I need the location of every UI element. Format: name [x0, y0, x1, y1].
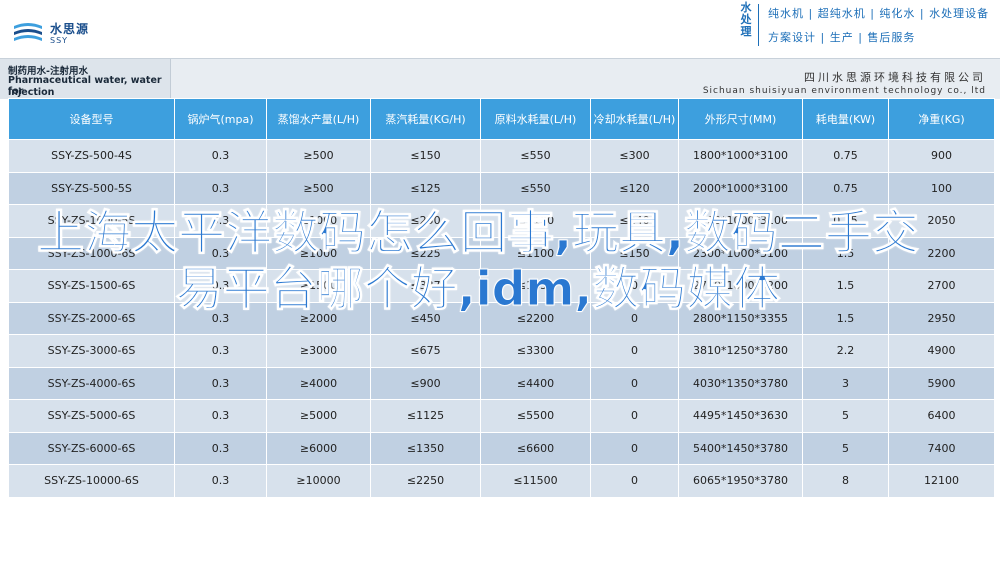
page-header: 水思源 SSY 水处理 纯水机 | 超纯水机 | 纯化水 | 水处理设备 方案设…	[0, 0, 1000, 58]
cell-dimensions: 1800*1000*3100	[678, 139, 803, 173]
cell-distilled-output: ≥4000	[266, 366, 371, 400]
cell-model: SSY-ZS-10000-6S	[8, 464, 175, 498]
table-row: SSY-ZS-3000-6S 0.3 ≥3000 ≤675 ≤3300 0 3810*125…	[8, 334, 995, 368]
cell-power: 3	[802, 366, 889, 400]
cell-boiler-pressure: 0.3	[174, 431, 267, 465]
cell-dimensions: 6065*1950*3780	[678, 464, 803, 498]
cell-steam-consumption: ≤1350	[370, 431, 481, 465]
cell-distilled-output: ≥500	[266, 171, 371, 205]
product-title-block: 制药用水-注射用水 Pharmaceutical water, water fo…	[0, 59, 171, 99]
company-name-cn: 四川水思源环境科技有限公司	[804, 71, 986, 84]
cell-power: 8	[802, 464, 889, 498]
cell-boiler-pressure: 0.3	[174, 139, 267, 173]
cell-net-weight: 4900	[888, 334, 995, 368]
cell-net-weight: 5900	[888, 366, 995, 400]
table-body: SSY-ZS-500-4S 0.3 ≥500 ≤150 ≤550 ≤300 1800*100…	[8, 139, 995, 498]
cell-net-weight: 900	[888, 139, 995, 173]
col-header-feed-water: 原料水耗量(L/H)	[480, 98, 591, 140]
col-header-boiler-pressure: 锅炉气(mpa)	[174, 98, 267, 140]
cell-cooling-water: 0	[590, 334, 679, 368]
cell-power: 0.75	[802, 171, 889, 205]
company-name-en: Sichuan shuisiyuan environment technolog…	[702, 86, 986, 96]
cell-boiler-pressure: 0.3	[174, 464, 267, 498]
cell-feed-water: ≤550	[480, 171, 591, 205]
table-row: SSY-ZS-10000-6S 0.3 ≥10000 ≤2250 ≤11500 0 6065…	[8, 464, 995, 498]
cell-distilled-output: ≥6000	[266, 431, 371, 465]
cell-boiler-pressure: 0.3	[174, 171, 267, 205]
cell-steam-consumption: ≤2250	[370, 464, 481, 498]
cell-cooling-water: 0	[590, 399, 679, 433]
cell-net-weight: 100	[888, 171, 995, 205]
overlay-title: 上海太平洋数码怎么回事,玩具,数码二手交易平台哪个好,idm,数码媒体	[37, 206, 920, 318]
cell-steam-consumption: ≤150	[370, 139, 481, 173]
cell-cooling-water: 0	[590, 366, 679, 400]
slogan-products: 纯水机 | 超纯水机 | 纯化水 | 水处理设备	[768, 7, 990, 20]
cell-feed-water: ≤11500	[480, 464, 591, 498]
table-row: SSY-ZS-5000-6S 0.3 ≥5000 ≤1125 ≤5500 0 4495*14…	[8, 399, 995, 433]
cell-model: SSY-ZS-4000-6S	[8, 366, 175, 400]
cell-power: 2.2	[802, 334, 889, 368]
cell-dimensions: 3810*1250*3780	[678, 334, 803, 368]
logo-english-name: SSY	[50, 36, 69, 45]
cell-boiler-pressure: 0.3	[174, 366, 267, 400]
cell-distilled-output: ≥5000	[266, 399, 371, 433]
col-header-steam-consumption: 蒸汽耗量(KG/H)	[370, 98, 481, 140]
spec-title-bar: 制药用水-注射用水 Pharmaceutical water, water fo…	[0, 58, 1000, 99]
table-row: SSY-ZS-500-4S 0.3 ≥500 ≤150 ≤550 ≤300 1800*100…	[8, 139, 995, 173]
table-row: SSY-ZS-6000-6S 0.3 ≥6000 ≤1350 ≤6600 0 5400*14…	[8, 431, 995, 465]
cell-power: 0.75	[802, 139, 889, 173]
cell-net-weight: 7400	[888, 431, 995, 465]
cell-boiler-pressure: 0.3	[174, 334, 267, 368]
cell-model: SSY-ZS-500-5S	[8, 171, 175, 205]
cell-distilled-output: ≥3000	[266, 334, 371, 368]
cell-boiler-pressure: 0.3	[174, 399, 267, 433]
brand-divider	[758, 4, 759, 46]
cell-power: 5	[802, 431, 889, 465]
cell-model: SSY-ZS-5000-6S	[8, 399, 175, 433]
cell-power: 5	[802, 399, 889, 433]
cell-steam-consumption: ≤1125	[370, 399, 481, 433]
product-title-en-2: injection	[8, 87, 55, 98]
col-header-distilled-output: 蒸馏水产量(L/H)	[266, 98, 371, 140]
cell-feed-water: ≤3300	[480, 334, 591, 368]
brand-vertical-label: 水处理	[740, 1, 752, 38]
cell-cooling-water: ≤300	[590, 139, 679, 173]
cell-distilled-output: ≥10000	[266, 464, 371, 498]
table-row: SSY-ZS-500-5S 0.3 ≥500 ≤125 ≤550 ≤120 2000*100…	[8, 171, 995, 205]
slogan-services: 方案设计 | 生产 | 售后服务	[768, 31, 916, 44]
brand-logo: 水思源 SSY	[12, 16, 102, 50]
cell-model: SSY-ZS-3000-6S	[8, 334, 175, 368]
table-row: SSY-ZS-4000-6S 0.3 ≥4000 ≤900 ≤4400 0 4030*135…	[8, 366, 995, 400]
cell-feed-water: ≤5500	[480, 399, 591, 433]
cell-steam-consumption: ≤675	[370, 334, 481, 368]
cell-steam-consumption: ≤900	[370, 366, 481, 400]
cell-cooling-water: 0	[590, 464, 679, 498]
cell-cooling-water: ≤120	[590, 171, 679, 205]
col-header-cooling-water: 冷却水耗量(L/H)	[590, 98, 679, 140]
water-drop-logo-icon	[14, 23, 42, 41]
cell-dimensions: 4495*1450*3630	[678, 399, 803, 433]
cell-cooling-water: 0	[590, 431, 679, 465]
cell-model: SSY-ZS-500-4S	[8, 139, 175, 173]
cell-dimensions: 5400*1450*3780	[678, 431, 803, 465]
cell-net-weight: 12100	[888, 464, 995, 498]
cell-dimensions: 2000*1000*3100	[678, 171, 803, 205]
cell-feed-water: ≤550	[480, 139, 591, 173]
table-header-row: 设备型号 锅炉气(mpa) 蒸馏水产量(L/H) 蒸汽耗量(KG/H) 原料水耗…	[8, 98, 995, 140]
cell-distilled-output: ≥500	[266, 139, 371, 173]
cell-steam-consumption: ≤125	[370, 171, 481, 205]
col-header-power: 耗电量(KW)	[802, 98, 889, 140]
cell-model: SSY-ZS-6000-6S	[8, 431, 175, 465]
cell-feed-water: ≤6600	[480, 431, 591, 465]
cell-feed-water: ≤4400	[480, 366, 591, 400]
cell-net-weight: 6400	[888, 399, 995, 433]
col-header-net-weight: 净重(KG)	[888, 98, 995, 140]
logo-chinese-name: 水思源	[50, 22, 90, 36]
col-header-model: 设备型号	[8, 98, 175, 140]
cell-dimensions: 4030*1350*3780	[678, 366, 803, 400]
col-header-dimensions: 外形尺寸(MM)	[678, 98, 803, 140]
